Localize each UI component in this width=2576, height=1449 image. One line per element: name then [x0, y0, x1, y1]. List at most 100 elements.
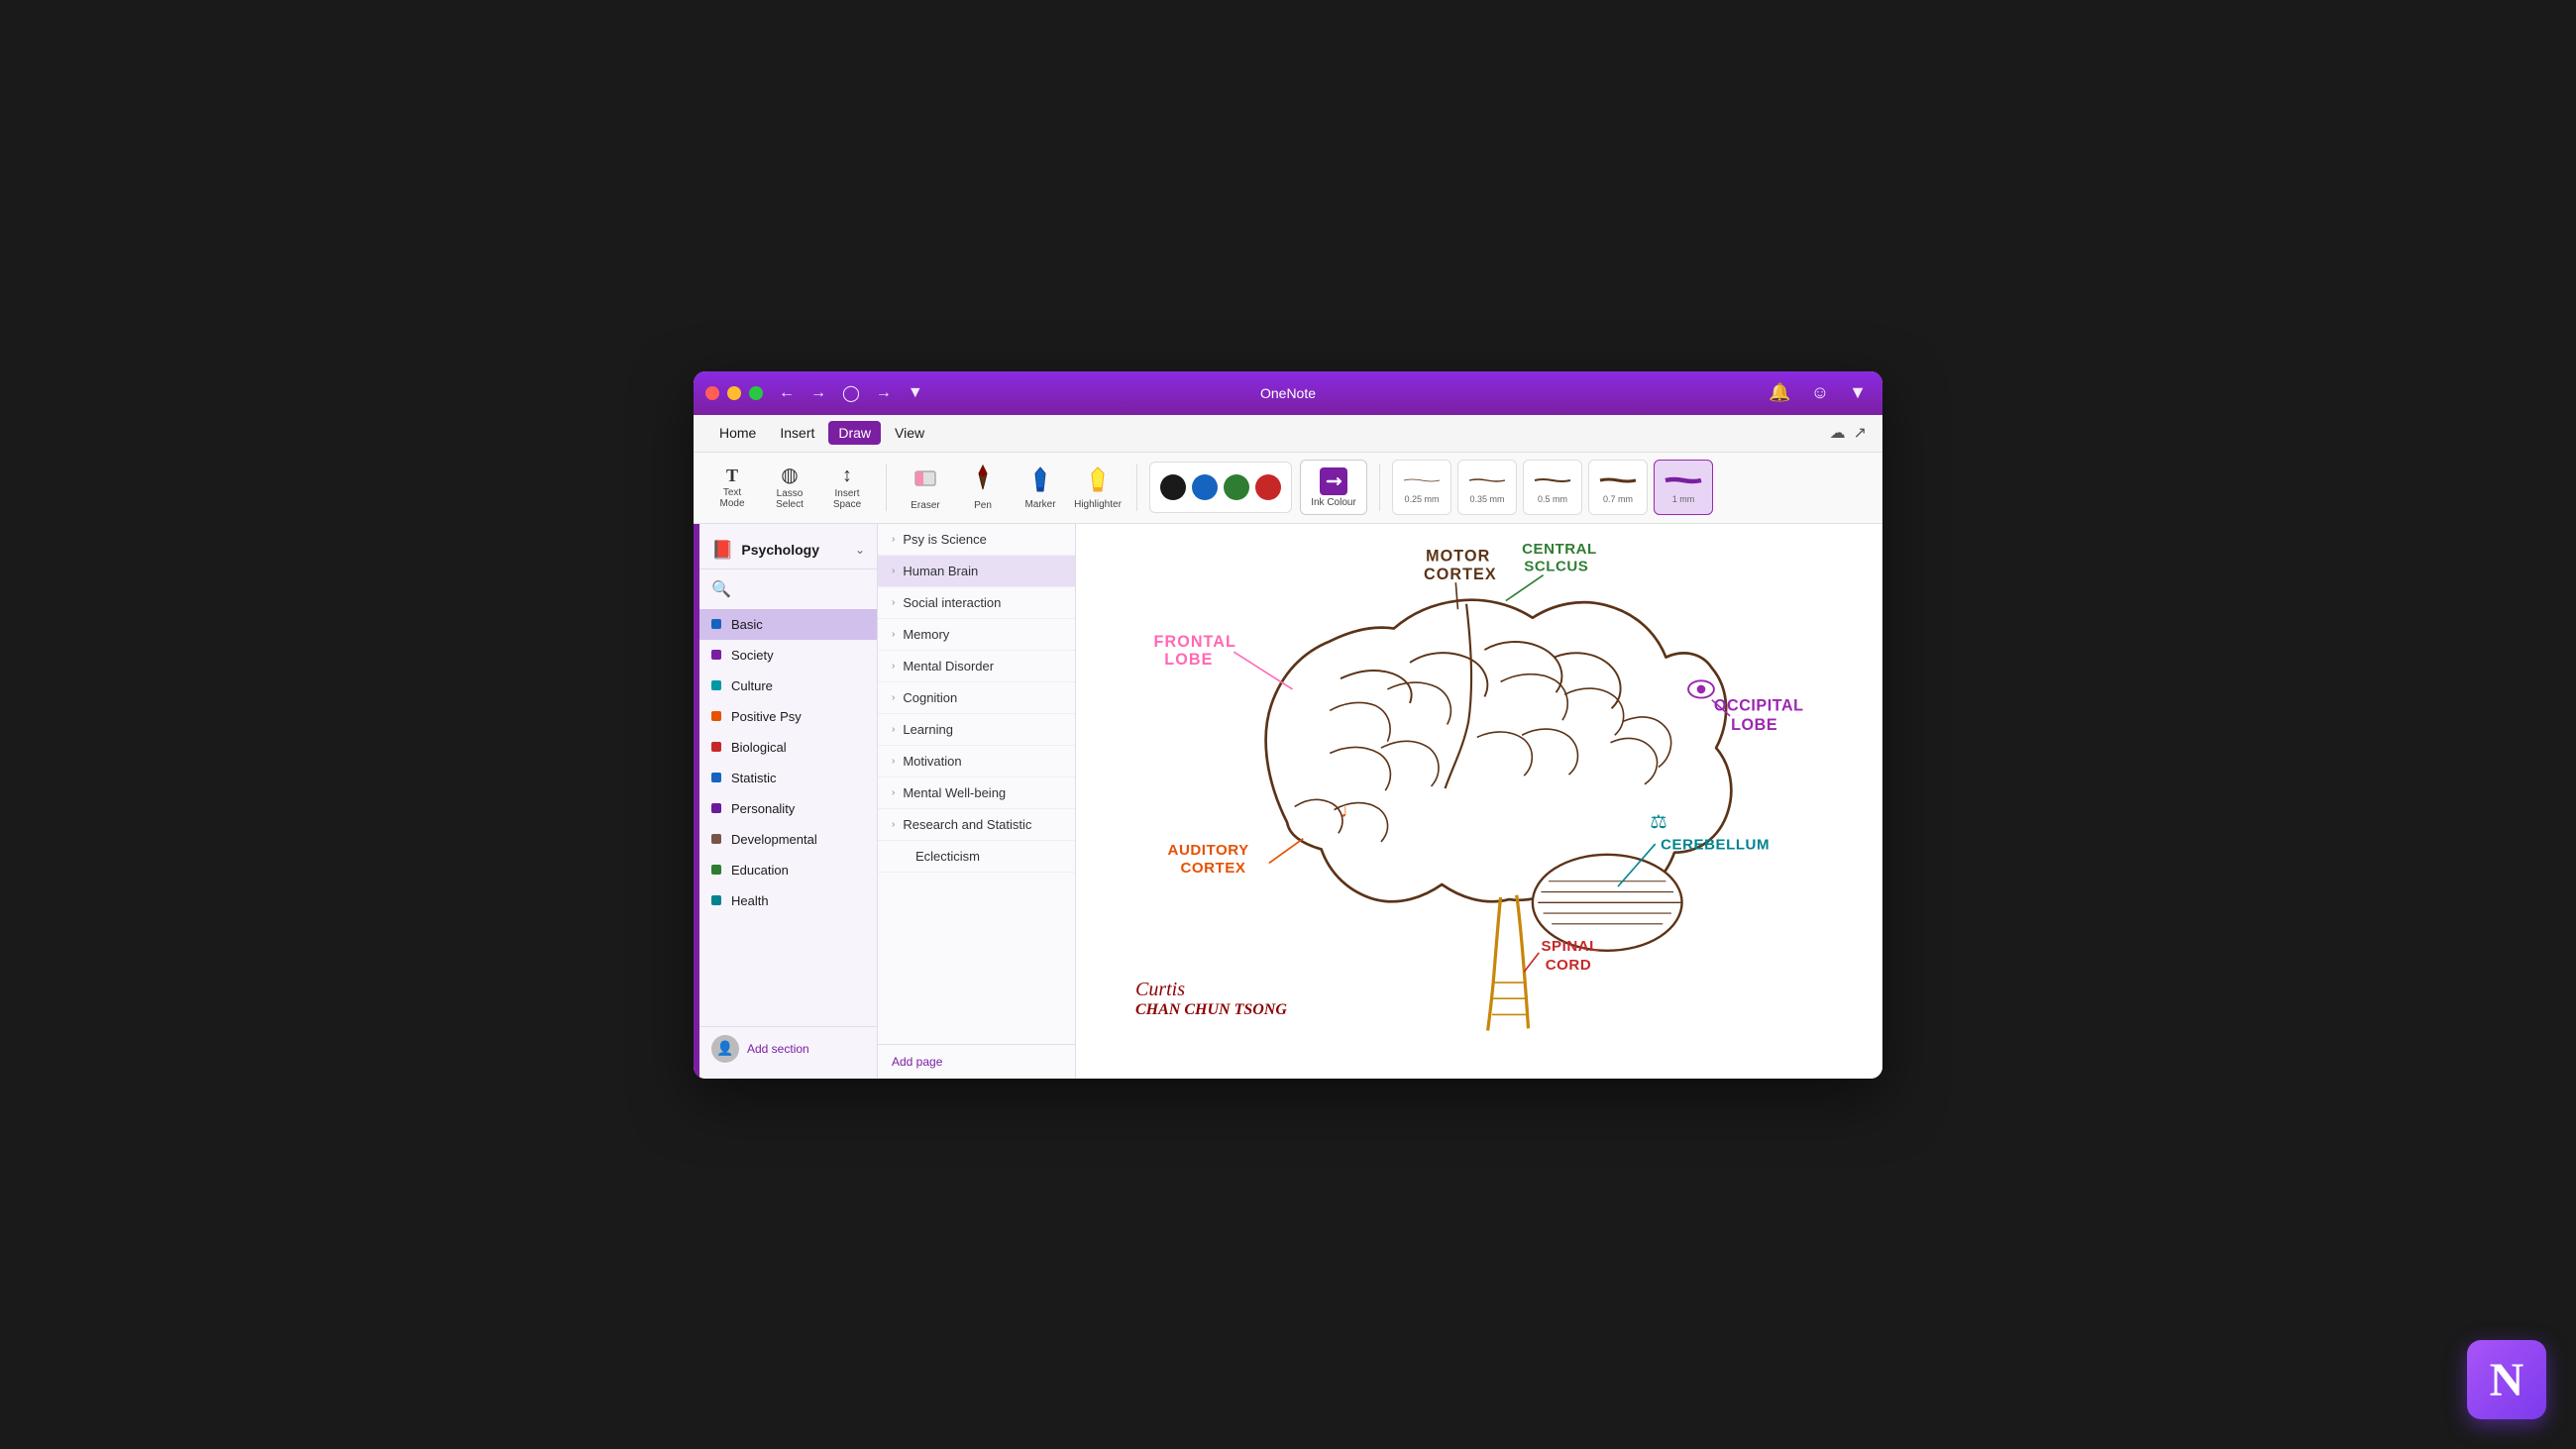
stroke-07-button[interactable]: 0.7 mm [1588, 460, 1648, 515]
page-memory[interactable]: › Memory [878, 619, 1075, 651]
lasso-select-button[interactable]: ◍ Lasso Select [763, 460, 816, 515]
color-red[interactable] [1255, 474, 1281, 500]
section-dot-education [711, 865, 721, 875]
more-button[interactable]: ▼ [904, 382, 927, 404]
window-title: OneNote [1260, 385, 1316, 401]
highlighter-button[interactable]: Highlighter [1071, 460, 1125, 515]
page-label-10: Eclecticism [915, 849, 980, 864]
pen-button[interactable]: Pen [956, 460, 1010, 515]
minimize-button[interactable] [727, 386, 741, 400]
back-button[interactable]: ← [775, 382, 799, 404]
page-chevron-7: › [892, 756, 895, 767]
stroke-05-preview [1533, 470, 1572, 490]
stroke-sizes-group: 0.25 mm 0.35 mm 0.5 mm [1392, 460, 1713, 515]
nav-controls: ← → ◯ → ▼ [775, 381, 927, 405]
stroke-025-label: 0.25 mm [1404, 494, 1439, 504]
sidebar-item-statistic[interactable]: Statistic [699, 763, 877, 793]
page-cognition[interactable]: › Cognition [878, 682, 1075, 714]
page-label-1: Human Brain [903, 564, 978, 578]
sidebar-item-developmental[interactable]: Developmental [699, 824, 877, 855]
account-chevron[interactable]: ▼ [1845, 380, 1871, 405]
search-icon[interactable]: 🔍 [711, 579, 731, 599]
add-section-button[interactable]: Add section [747, 1042, 809, 1056]
share-button[interactable]: → [872, 382, 896, 404]
marker-button[interactable]: Marker [1014, 460, 1067, 515]
close-button[interactable] [705, 386, 719, 400]
section-dot-personality [711, 803, 721, 813]
signature-name: Curtis [1135, 979, 1287, 1001]
text-mode-button[interactable]: T Text Mode [705, 460, 759, 515]
stroke-05-button[interactable]: 0.5 mm [1523, 460, 1582, 515]
page-eclecticism[interactable]: Eclecticism [878, 841, 1075, 873]
stroke-025-preview [1402, 470, 1442, 490]
menu-view[interactable]: View [885, 421, 934, 445]
notebook-header[interactable]: 📕 Psychology ⌄ [699, 532, 877, 569]
page-psy-science[interactable]: › Psy is Science [878, 524, 1075, 556]
page-chevron-3: › [892, 629, 895, 640]
svg-text:LOBE: LOBE [1731, 715, 1777, 733]
color-black[interactable] [1160, 474, 1186, 500]
user-avatar[interactable]: 👤 [711, 1035, 739, 1063]
maximize-button[interactable] [749, 386, 763, 400]
page-label-0: Psy is Science [903, 532, 987, 547]
sidebar-item-biological[interactable]: Biological [699, 732, 877, 763]
highlighter-label: Highlighter [1074, 499, 1122, 510]
stroke-1-button[interactable]: 1 mm [1654, 460, 1713, 515]
page-chevron-5: › [892, 692, 895, 703]
page-label-8: Mental Well-being [903, 785, 1006, 800]
stroke-025-button[interactable]: 0.25 mm [1392, 460, 1451, 515]
page-social-interaction[interactable]: › Social interaction [878, 587, 1075, 619]
page-chevron-2: › [892, 597, 895, 608]
section-dot-culture [711, 680, 721, 690]
search-bar[interactable]: 🔍 [699, 573, 877, 605]
svg-text:CORTEX: CORTEX [1424, 566, 1497, 583]
forward-button[interactable]: → [806, 382, 830, 404]
section-label-biological: Biological [731, 740, 787, 755]
page-human-brain[interactable]: › Human Brain [878, 556, 1075, 587]
sidebar-item-culture[interactable]: Culture [699, 671, 877, 701]
svg-text:MOTOR: MOTOR [1426, 547, 1490, 565]
page-label-6: Learning [903, 722, 953, 737]
menu-insert[interactable]: Insert [770, 421, 824, 445]
color-blue[interactable] [1192, 474, 1218, 500]
sidebar-item-education[interactable]: Education [699, 855, 877, 885]
account-button[interactable]: ☺ [1807, 380, 1833, 405]
page-label-4: Mental Disorder [903, 659, 994, 673]
eraser-button[interactable]: Eraser [899, 460, 952, 515]
color-green[interactable] [1224, 474, 1249, 500]
pages-bottom: Add page [878, 1044, 1075, 1079]
menu-home[interactable]: Home [709, 421, 766, 445]
stroke-035-button[interactable]: 0.35 mm [1457, 460, 1517, 515]
sidebar-item-positive-psy[interactable]: Positive Psy [699, 701, 877, 732]
divider-3 [1379, 464, 1380, 511]
sidebar-item-health[interactable]: Health [699, 885, 877, 916]
page-motivation[interactable]: › Motivation [878, 746, 1075, 777]
ink-colour-button[interactable]: Ink Colour [1300, 460, 1367, 515]
menu-draw[interactable]: Draw [828, 421, 881, 445]
home-button[interactable]: ◯ [838, 381, 864, 405]
page-mental-wellbeing[interactable]: › Mental Well-being [878, 777, 1075, 809]
traffic-lights [705, 386, 763, 400]
page-label-2: Social interaction [903, 595, 1001, 610]
section-dot-society [711, 650, 721, 660]
page-chevron-6: › [892, 724, 895, 735]
page-learning[interactable]: › Learning [878, 714, 1075, 746]
page-mental-disorder[interactable]: › Mental Disorder [878, 651, 1075, 682]
stroke-035-preview [1467, 470, 1507, 490]
page-research[interactable]: › Research and Statistic [878, 809, 1075, 841]
cloud-button[interactable]: ☁ [1830, 423, 1846, 443]
highlighter-icon [1084, 466, 1112, 496]
sidebar-item-society[interactable]: Society [699, 640, 877, 671]
sidebar-item-personality[interactable]: Personality [699, 793, 877, 824]
text-tools-group: T Text Mode ◍ Lasso Select ↕ Insert Spac… [705, 460, 874, 515]
svg-text:CENTRAL: CENTRAL [1522, 541, 1597, 558]
section-dot-biological [711, 742, 721, 752]
canvas-area[interactable]: MOTOR CORTEX CENTRAL SCLCUS FRONTAL LOBE… [1076, 524, 1882, 1079]
add-page-button[interactable]: Add page [892, 1055, 942, 1069]
sidebar-bottom: 👤 Add section [699, 1026, 877, 1071]
sidebar-item-basic[interactable]: Basic [699, 609, 877, 640]
insert-space-button[interactable]: ↕ Insert Space [820, 460, 874, 515]
notification-button[interactable]: 🔔 [1765, 380, 1794, 405]
section-label-culture: Culture [731, 678, 773, 693]
share-page-button[interactable]: ↗ [1854, 423, 1867, 443]
